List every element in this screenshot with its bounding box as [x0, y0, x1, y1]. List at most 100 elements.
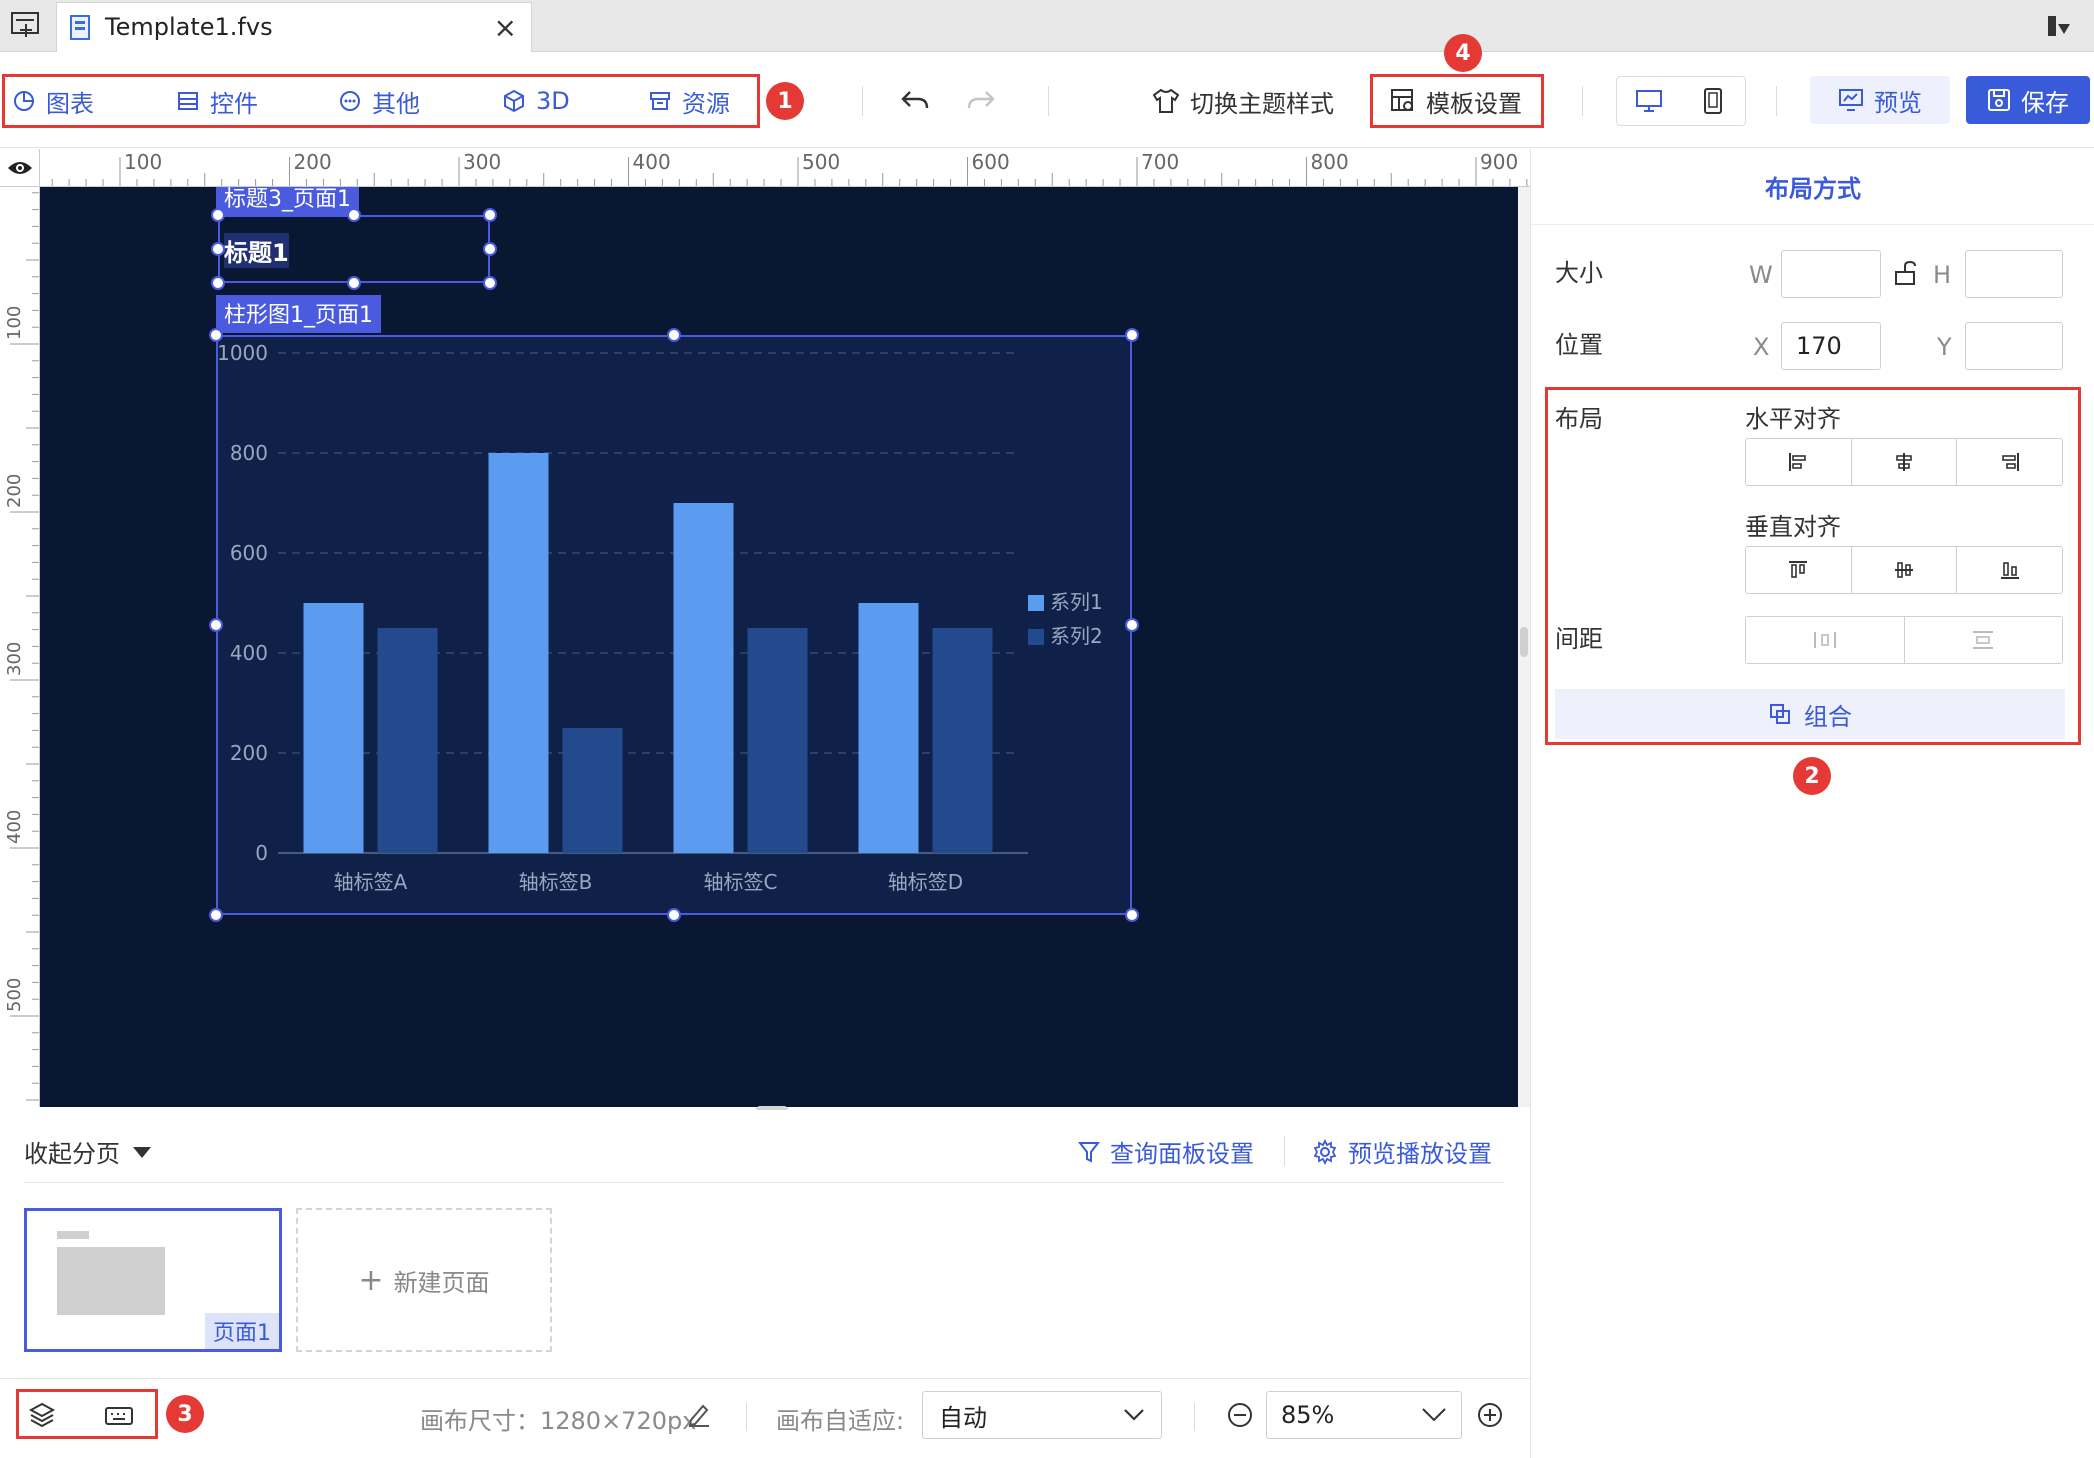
gear-icon: [1313, 1138, 1337, 1165]
resize-handle[interactable]: [1125, 908, 1139, 922]
y-tick-label: 200: [230, 741, 268, 765]
align-left-icon[interactable]: [1746, 439, 1852, 485]
y-tick-label: 800: [230, 441, 268, 465]
horizontal-align-label: 水平对齐: [1745, 405, 1841, 433]
bar: [488, 453, 549, 853]
combine-icon: [1770, 704, 1790, 724]
resize-handle[interactable]: [209, 618, 223, 632]
toolbar-divider: [1048, 86, 1049, 116]
align-center-horizontal-icon[interactable]: [1852, 439, 1958, 485]
resize-handle[interactable]: [211, 208, 225, 222]
resize-handle[interactable]: [211, 276, 225, 290]
resize-handle[interactable]: [1125, 618, 1139, 632]
y-input[interactable]: [1965, 322, 2063, 370]
y-tick-label: 0: [255, 841, 268, 865]
canvas-scrollbar[interactable]: [1518, 187, 1530, 1107]
distribute-horizontal-icon[interactable]: [1746, 617, 1905, 663]
resize-handle[interactable]: [483, 242, 497, 256]
resize-handle[interactable]: [347, 276, 361, 290]
mobile-icon[interactable]: [1681, 77, 1745, 125]
align-bottom-icon[interactable]: [1957, 547, 2062, 593]
ruler-label: 600: [972, 150, 1010, 174]
design-canvas[interactable]: 标题3_页面1 标题1 柱形图1_页面1 0 200 400 600 800 1000 轴标…: [40, 187, 1518, 1107]
ruler-label: 100: [124, 150, 162, 174]
annotation-badge-3: 3: [166, 1395, 204, 1433]
save-label: 保存: [2021, 88, 2069, 117]
align-right-icon[interactable]: [1957, 439, 2062, 485]
annotation-badge-4: 4: [1444, 34, 1482, 72]
title-text: 标题1: [224, 233, 289, 268]
lock-icon[interactable]: [1893, 260, 1919, 291]
switch-theme-button[interactable]: 切换主题样式: [1152, 78, 1334, 124]
query-panel-settings-button[interactable]: 查询面板设置: [1078, 1134, 1254, 1169]
legend-swatch: [1028, 629, 1044, 645]
spacing-group: [1745, 616, 2063, 664]
status-bar: 3 画布尺寸：1280×720px 画布自适应: 自动 85%: [0, 1378, 1530, 1458]
page-thumbnail-1[interactable]: 页面1: [24, 1208, 282, 1352]
file-tab[interactable]: Template1.fvs ×: [56, 2, 532, 52]
zoom-in-icon[interactable]: [1476, 1401, 1504, 1433]
filter-icon: [1078, 1141, 1100, 1163]
resize-handle[interactable]: [211, 242, 225, 256]
new-page-button[interactable]: + 新建页面: [296, 1208, 552, 1352]
zoom-out-icon[interactable]: [1226, 1401, 1254, 1433]
distribute-vertical-icon[interactable]: [1905, 617, 2063, 663]
w-label: W: [1749, 261, 1773, 289]
annotation-box-3: [16, 1389, 158, 1439]
zoom-select[interactable]: 85%: [1266, 1391, 1462, 1439]
preview-button[interactable]: 预览: [1810, 76, 1950, 124]
position-label: 位置: [1555, 331, 1603, 359]
collapse-pages-button[interactable]: 收起分页: [24, 1134, 152, 1169]
y-tick-label: 400: [230, 641, 268, 665]
canvas-size-text: 画布尺寸：1280×720px: [420, 1407, 697, 1435]
resize-handle[interactable]: [667, 328, 681, 342]
vertical-align-group: [1745, 546, 2063, 594]
new-page-label: 新建页面: [393, 1268, 490, 1297]
ruler-left-ticks: 100200300400500600: [4, 192, 39, 1101]
desktop-icon[interactable]: [1617, 77, 1681, 125]
layout-label: 布局: [1555, 405, 1603, 433]
window-dropdown-icon[interactable]: [2046, 14, 2072, 42]
resize-handle[interactable]: [209, 908, 223, 922]
divider: [24, 1182, 1504, 1183]
bar: [747, 628, 808, 853]
pages-bar: 收起分页 查询面板设置 预览播放设置 页面1 + 新建页面: [0, 1110, 1530, 1378]
close-icon[interactable]: ×: [494, 11, 517, 44]
ruler-top-ticks: 100 200 300 400 500 600 700 800 900: [51, 150, 1528, 186]
width-input[interactable]: [1781, 250, 1881, 298]
undo-icon[interactable]: [900, 86, 930, 118]
x-tick-label: 轴标签C: [704, 870, 778, 894]
height-input[interactable]: [1965, 250, 2063, 298]
redo-icon[interactable]: [966, 86, 996, 118]
visibility-eye-icon[interactable]: [0, 149, 40, 187]
bar-chart-widget[interactable]: 0 200 400 600 800 1000 轴标签A 轴标签B 轴标签C 轴标签D 系列1 系列2: [216, 335, 1132, 915]
save-button[interactable]: 保存: [1966, 76, 2090, 124]
resize-handle[interactable]: [483, 208, 497, 222]
resize-handle[interactable]: [209, 328, 223, 342]
switch-theme-label: 切换主题样式: [1190, 89, 1334, 118]
tab-bar: Template1.fvs ×: [0, 0, 2094, 52]
resize-handle[interactable]: [667, 908, 681, 922]
ruler-left: 100200300400500600: [0, 187, 40, 1107]
combine-button[interactable]: 组合: [1555, 689, 2065, 739]
align-top-icon[interactable]: [1746, 547, 1852, 593]
align-middle-vertical-icon[interactable]: [1852, 547, 1958, 593]
canvas-fit-value: 自动: [939, 1403, 987, 1432]
x-label: X: [1753, 333, 1770, 361]
edit-pencil-icon[interactable]: [686, 1401, 712, 1431]
divider: [1284, 1136, 1285, 1166]
caret-down-icon: [133, 1146, 151, 1158]
preview-play-settings-button[interactable]: 预览播放设置: [1312, 1134, 1492, 1169]
title-widget[interactable]: 标题1: [218, 215, 490, 283]
x-input[interactable]: 170: [1781, 322, 1881, 370]
x-tick-label: 轴标签A: [334, 870, 408, 894]
window-menu-icon[interactable]: [10, 10, 42, 40]
toolbar: 图表 控件 其他 3D 资源 1 切换主题样式 模板设置 4 预览 保存: [0, 34, 2094, 148]
resize-handle[interactable]: [1125, 328, 1139, 342]
canvas-fit-select[interactable]: 自动: [922, 1391, 1162, 1439]
chart-widget-label: 柱形图1_页面1: [216, 295, 381, 333]
resize-handle[interactable]: [483, 276, 497, 290]
resize-handle[interactable]: [347, 208, 361, 222]
file-tab-title: Template1.fvs: [105, 13, 273, 41]
preview-label: 预览: [1874, 88, 1922, 117]
